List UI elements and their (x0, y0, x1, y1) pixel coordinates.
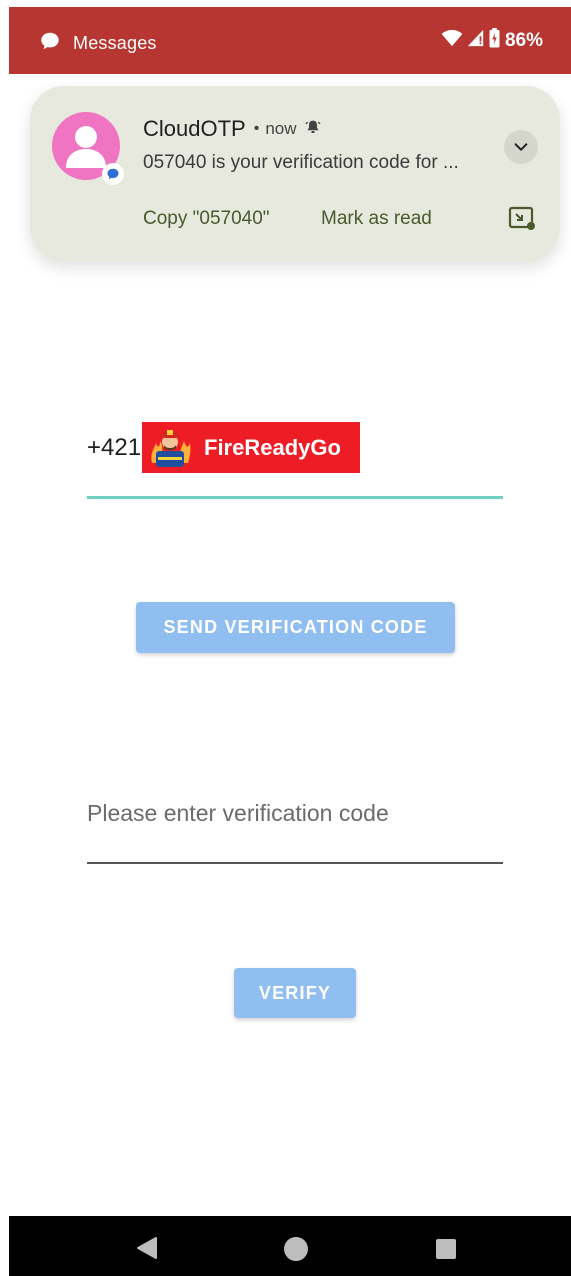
chevron-down-icon[interactable] (504, 130, 538, 164)
notification-separator: • (253, 120, 260, 137)
status-notification-area: Messages (39, 30, 157, 57)
cell-signal-icon (463, 29, 485, 52)
otp-notification-card[interactable]: CloudOTP • now 057040 is your verificati… (30, 86, 560, 262)
status-bar: Messages 86% (9, 7, 571, 74)
verify-button[interactable]: VERIFY (234, 968, 356, 1018)
firereadygo-badge-text: FireReadyGo (204, 434, 341, 460)
notification-title: CloudOTP (143, 116, 246, 141)
phone-field-underline (87, 496, 503, 499)
code-field-underline (87, 862, 503, 864)
notification-header: CloudOTP • now (143, 116, 321, 142)
phone-number-field[interactable]: +421 FireReadyGo (87, 422, 503, 474)
status-app-label: Messages (73, 33, 157, 53)
verification-code-placeholder: Please enter verification code (87, 800, 389, 826)
status-system-icons: 86% (437, 28, 543, 53)
wifi-icon (437, 29, 463, 52)
battery-percent: 86% (504, 29, 543, 51)
firefighter-mascot-icon (142, 423, 192, 472)
back-icon[interactable] (134, 1235, 160, 1266)
send-verification-code-button[interactable]: SEND VERIFICATION CODE (136, 602, 455, 653)
battery-icon (485, 28, 500, 53)
copy-code-action[interactable]: Copy "057040" (143, 208, 270, 230)
home-icon[interactable] (283, 1236, 309, 1267)
system-nav-bar (9, 1216, 571, 1276)
mark-as-read-action[interactable]: Mark as read (321, 208, 432, 230)
notification-time: now (265, 119, 297, 138)
firereadygo-badge: FireReadyGo (142, 422, 360, 473)
phone-country-prefix: +421 (87, 434, 142, 461)
picture-in-picture-icon[interactable] (508, 206, 536, 237)
messages-badge-icon (102, 163, 124, 185)
alert-bell-icon (304, 119, 321, 140)
notification-body: 057040 is your verification code for ... (143, 152, 459, 173)
screen: Messages 86% CloudOTP • now 057040 is yo… (0, 0, 571, 1276)
recents-icon[interactable] (435, 1238, 457, 1265)
messages-icon (39, 30, 73, 57)
